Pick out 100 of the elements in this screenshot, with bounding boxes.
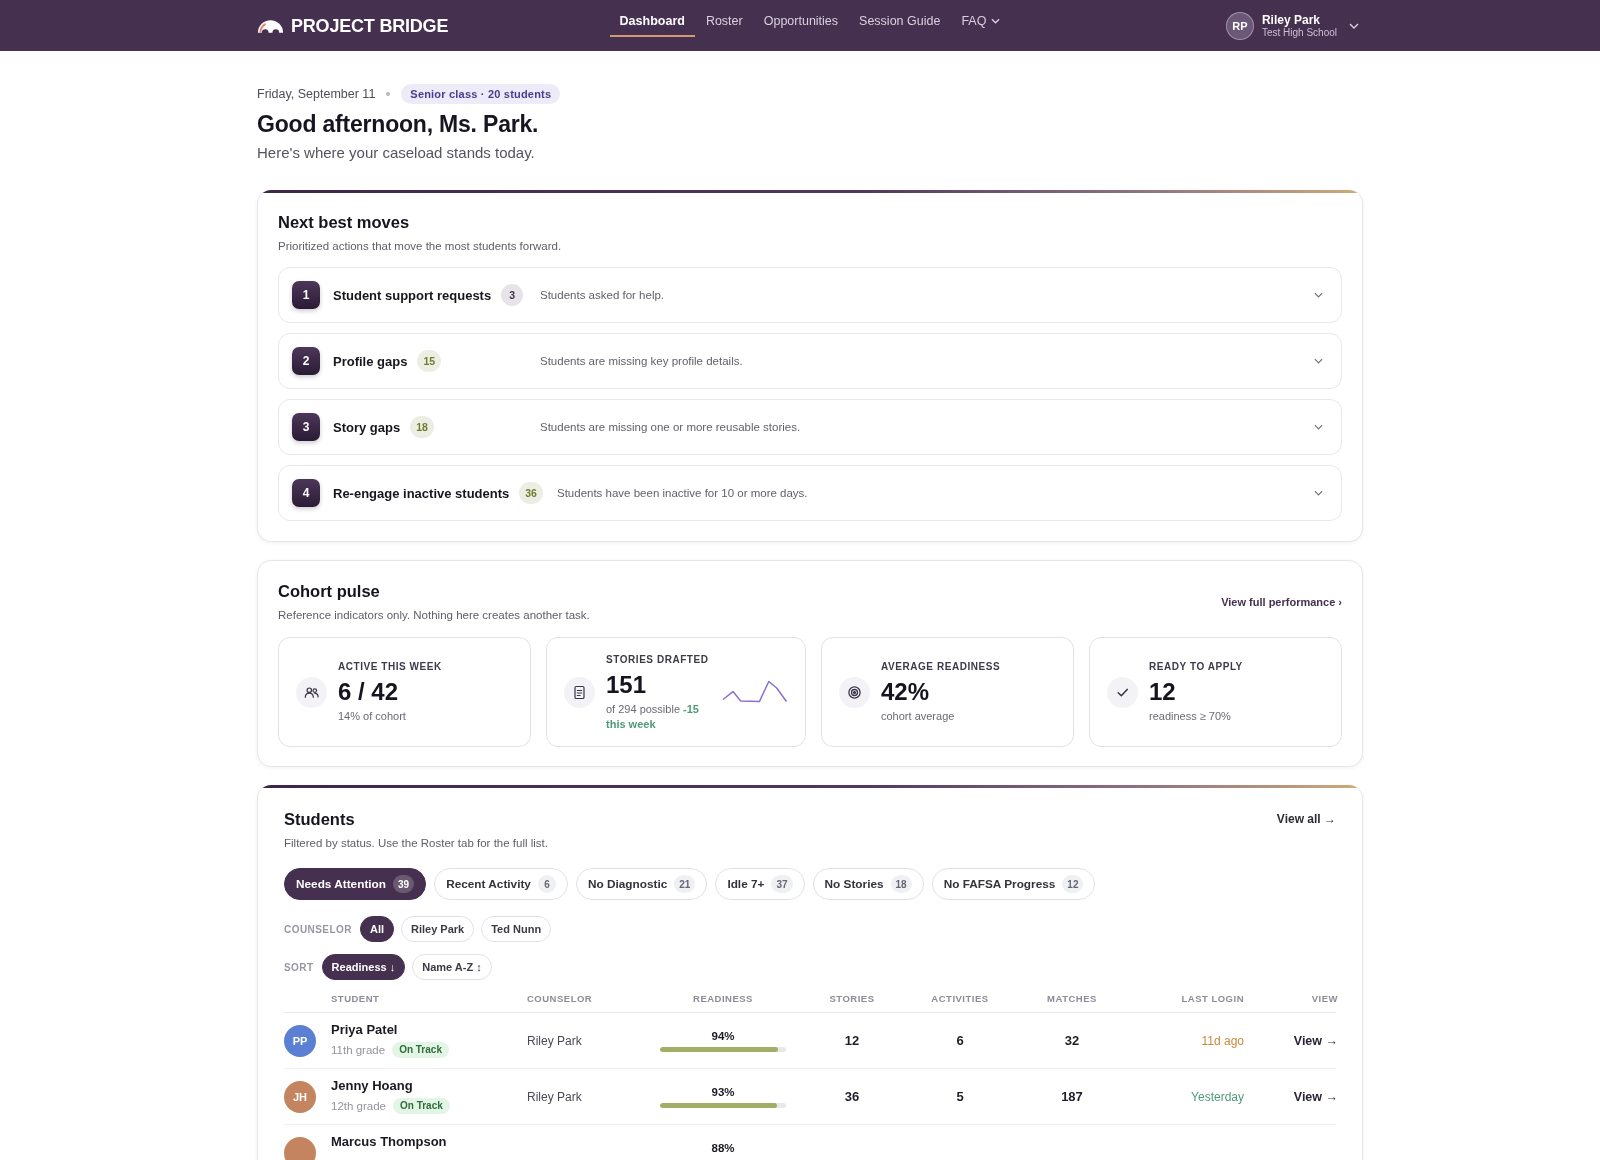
class-badge: Senior class · 20 students [401, 84, 561, 104]
section-title: Next best moves [278, 212, 411, 233]
activities-count: 6 [956, 1033, 964, 1048]
user-name: Riley Park [1261, 12, 1321, 27]
count-badge: 15 [417, 350, 442, 372]
filter-label: COUNSELOR [284, 923, 352, 935]
avatar: JH [284, 1080, 316, 1113]
column-header: LAST LOGIN [1181, 993, 1244, 1004]
step-number: 1 [292, 281, 320, 309]
count-badge: 6 [537, 875, 556, 893]
step-number: 2 [292, 347, 320, 375]
readiness-value: 88% [711, 1141, 735, 1155]
stories-count: 12 [844, 1033, 860, 1048]
activities-count: 5 [956, 1089, 964, 1104]
counselor-name: Riley Park [527, 1033, 582, 1048]
action-description: Students have been inactive for 10 or more days. [556, 487, 808, 499]
nav-link[interactable]: Opportunities [753, 7, 849, 37]
action-description: Students are missing one or more reusable stories. [540, 421, 801, 433]
nav-link[interactable]: Roster [695, 7, 753, 37]
stat-label: STORIES DRAFTED [606, 652, 710, 667]
user-menu-button[interactable] [1349, 22, 1359, 29]
count-badge: 18 [410, 416, 434, 438]
count-badge: 37 [771, 875, 793, 893]
section-title: Cohort pulse [278, 581, 381, 602]
count-badge: 21 [674, 875, 696, 893]
separator-dot-icon [386, 92, 391, 96]
status-badge: On Track [392, 1041, 449, 1058]
action-row[interactable]: 3 Story gaps 18 Students are missing one or more reusable stories. [278, 399, 1342, 455]
greeting-subtitle: Here's where your caseload stands today. [257, 143, 536, 163]
counselor-chip[interactable]: All [359, 916, 394, 942]
action-description: Students are missing key profile details. [540, 355, 743, 367]
action-row[interactable]: 4 Re-engage inactive students 36 Students have been inactive for 10 or more days. [278, 465, 1342, 521]
action-title: Student support requests [333, 287, 492, 303]
action-title: Story gaps [333, 419, 401, 435]
student-name: Marcus Thompson [331, 1133, 447, 1150]
date-text: Friday, September 11 [257, 87, 376, 101]
grade-text: 11th grade [331, 1043, 386, 1056]
matches-count: 32 [1064, 1033, 1080, 1048]
section-subtitle: Prioritized actions that move the most students forward. [278, 239, 563, 254]
column-header: STORIES [829, 993, 875, 1004]
last-login-text: Yesterday [1191, 1089, 1244, 1104]
document-icon [564, 676, 595, 708]
last-login-text: 11d ago [1201, 1033, 1244, 1048]
filter-tab[interactable]: No Stories 18 [812, 868, 924, 900]
filter-tab[interactable]: Idle 7+ 37 [715, 868, 805, 900]
action-description: Students asked for help. [540, 289, 665, 301]
sort-label: SORT [284, 961, 314, 973]
counselor-chip[interactable]: Riley Park [401, 916, 475, 942]
student-name: Priya Patel [331, 1021, 399, 1038]
counselor-chip[interactable]: Ted Nunn [481, 916, 552, 942]
nav-link[interactable]: Dashboard [609, 7, 695, 37]
app-name: PROJECT BRIDGE [291, 14, 449, 37]
greeting-title: Good afternoon, Ms. Park. [257, 110, 540, 138]
count-badge: 12 [1062, 875, 1084, 893]
stat-value: 12 [1149, 678, 1177, 706]
stat-value: 6 / 42 [338, 678, 400, 706]
action-row[interactable]: 1 Student support requests 3 Students asked for help. [278, 267, 1342, 323]
view-all-link[interactable]: View all → [1276, 812, 1336, 826]
nav-link[interactable]: FAQ [951, 7, 1011, 37]
stat-label: ACTIVE THIS WEEK [338, 660, 442, 674]
filter-tab[interactable]: Needs Attention 39 [284, 868, 427, 900]
stat-value: 151 [606, 670, 648, 699]
filter-tab[interactable]: No FAFSA Progress 12 [931, 868, 1096, 900]
counselor-name: Riley Park [527, 1089, 582, 1104]
column-header: ACTIVITIES [931, 993, 989, 1004]
arch-logo-icon [257, 18, 284, 33]
column-header: COUNSELOR [527, 993, 593, 1004]
action-row[interactable]: 2 Profile gaps 15 Students are missing key profile details. [278, 333, 1342, 389]
column-header: READINESS [693, 993, 753, 1004]
avatar: RP [1225, 11, 1254, 40]
student-name: Jenny Hoang [331, 1077, 414, 1094]
stat-label: READY TO APPLY [1149, 660, 1243, 674]
sort-chip[interactable]: Name A-Z ↕ [412, 954, 492, 980]
action-title: Profile gaps [333, 353, 408, 369]
count-badge: 3 [501, 284, 524, 306]
target-icon [839, 676, 870, 708]
status-badge: On Track [393, 1097, 450, 1114]
chevron-down-icon [1349, 22, 1359, 29]
filter-tab[interactable]: No Diagnostic 21 [575, 868, 708, 900]
stat-note: of 294 possible -15 this week [606, 701, 700, 732]
count-badge: 36 [519, 482, 543, 504]
column-header: STUDENT [331, 993, 380, 1004]
sparkline [722, 680, 788, 704]
action-title: Re-engage inactive students [333, 485, 510, 501]
readiness-value: 94% [711, 1029, 735, 1043]
sort-chip[interactable]: Readiness ↓ [321, 954, 406, 980]
chevron-down-icon [991, 18, 1001, 24]
matches-count: 187 [1061, 1089, 1083, 1104]
school-name: Test High School [1261, 26, 1337, 39]
filter-tab[interactable]: Recent Activity 6 [434, 868, 568, 900]
stories-count: 36 [844, 1089, 860, 1104]
column-header: MATCHES [1047, 993, 1097, 1004]
section-subtitle: Reference indicators only. Nothing here creates another task. [278, 608, 590, 623]
view-link[interactable]: View → [1293, 1033, 1338, 1048]
view-link[interactable]: View → [1293, 1089, 1338, 1104]
view-performance-link[interactable]: View full performance › [1221, 595, 1342, 608]
avatar: PP [284, 1024, 316, 1057]
people-icon [296, 676, 327, 708]
stat-value: 42% [881, 678, 931, 706]
nav-link[interactable]: Session Guide [849, 7, 951, 37]
